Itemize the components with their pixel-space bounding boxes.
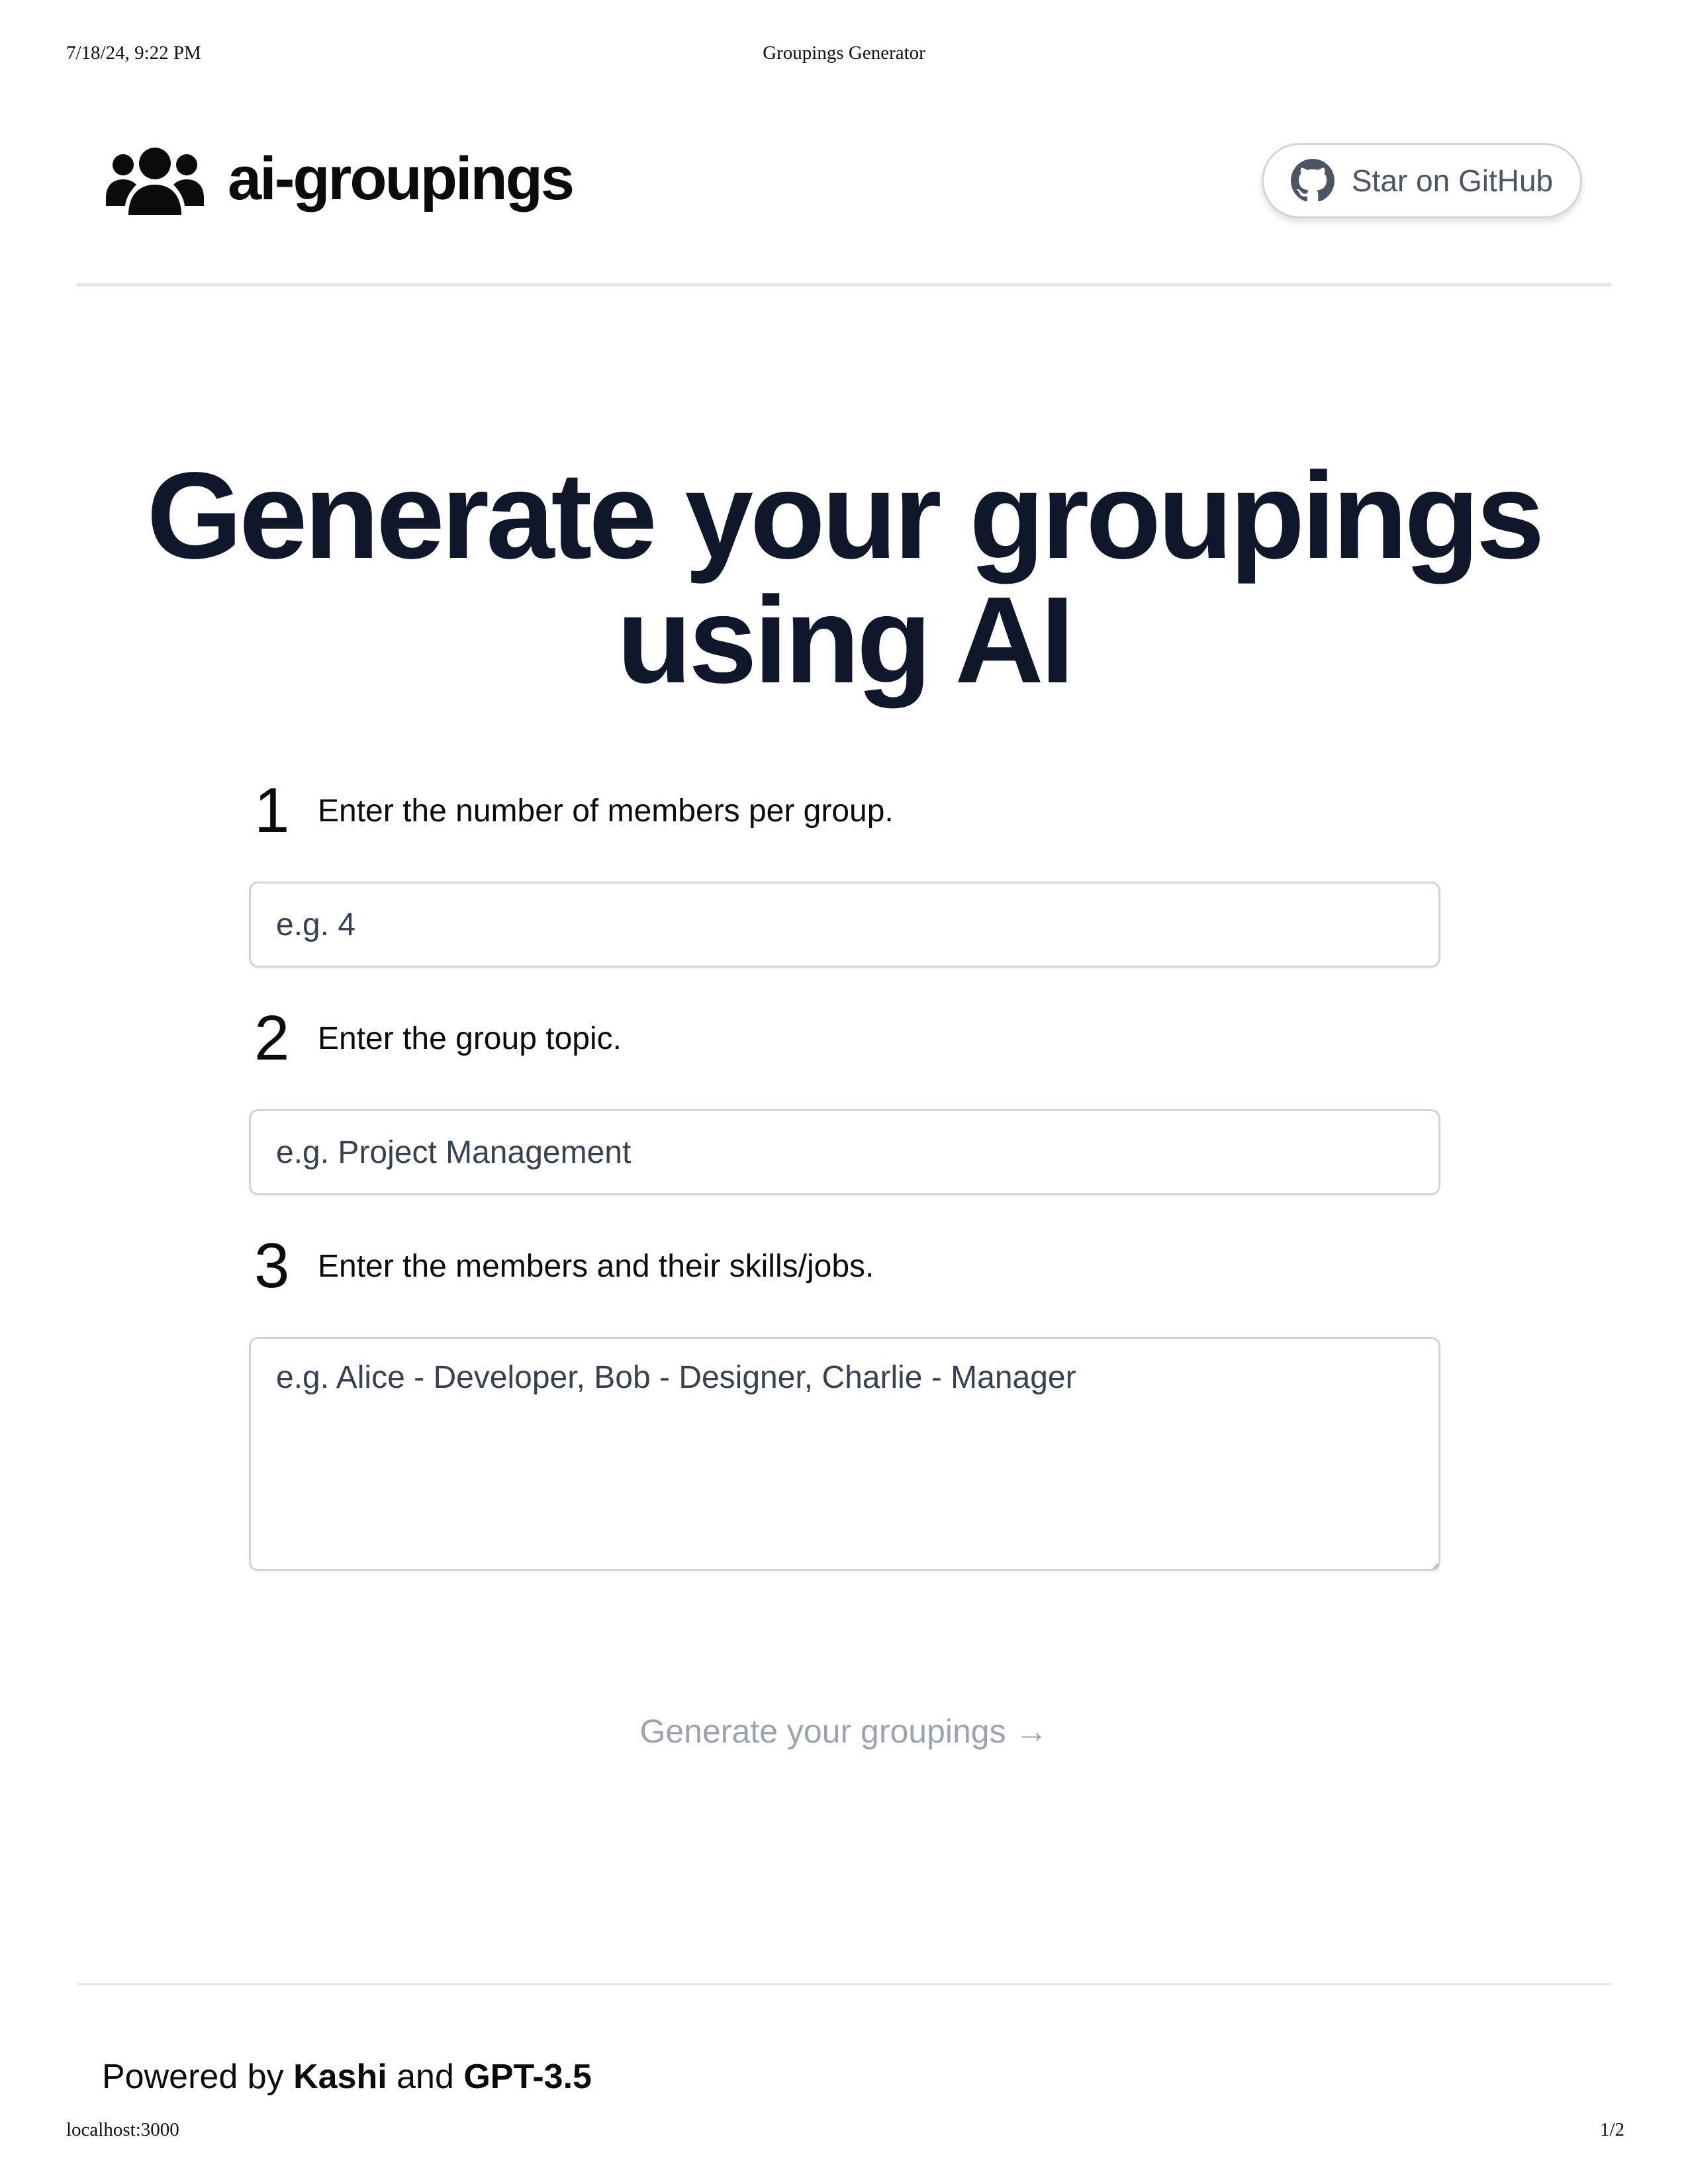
github-button-label: Star on GitHub xyxy=(1351,163,1554,198)
step-3-label: Enter the members and their skills/jobs. xyxy=(318,1248,874,1284)
powered-prefix: Powered by xyxy=(102,2058,284,2096)
step-1: 1 Enter the number of members per group. xyxy=(249,774,1440,847)
print-doc-title: Groupings Generator xyxy=(763,42,925,64)
powered-by: Powered by Kashi and GPT-3.5 xyxy=(102,2057,592,2097)
generate-groupings-button[interactable]: Generate your groupings → xyxy=(0,1711,1688,1751)
site-header: ai-groupings Star on GitHub xyxy=(106,132,1582,238)
step-3-number: 3 xyxy=(254,1230,290,1301)
users-icon xyxy=(106,148,204,215)
star-on-github-button[interactable]: Star on GitHub xyxy=(1262,143,1582,218)
brand-kashi-link[interactable]: Kashi xyxy=(293,2058,387,2096)
print-page-number: 1/2 xyxy=(1599,2119,1624,2140)
print-footer: localhost:3000 1/2 xyxy=(0,2119,1688,2146)
powered-joiner: and xyxy=(397,2058,454,2096)
print-header: 7/18/24, 9:22 PM Groupings Generator xyxy=(0,42,1688,69)
members-skills-textarea[interactable] xyxy=(249,1337,1440,1571)
groupings-form: 1 Enter the number of members per group.… xyxy=(249,774,1440,1571)
page-title-line1: Generate your groupings xyxy=(146,447,1544,584)
step-2: 2 Enter the group topic. xyxy=(249,1002,1440,1075)
footer-divider xyxy=(77,1983,1611,1985)
github-icon xyxy=(1290,159,1335,202)
members-per-group-input[interactable] xyxy=(249,882,1440,968)
step-3: 3 Enter the members and their skills/job… xyxy=(249,1230,1440,1302)
logo-text: ai-groupings xyxy=(228,145,575,212)
header-divider xyxy=(77,283,1611,287)
group-topic-input[interactable] xyxy=(249,1109,1440,1195)
page-title-line2: using AI xyxy=(616,572,1075,709)
step-1-number: 1 xyxy=(254,775,290,846)
step-1-label: Enter the number of members per group. xyxy=(318,793,894,829)
brand-gpt-link[interactable]: GPT-3.5 xyxy=(463,2058,592,2096)
page-title: Generate your groupings using AI xyxy=(0,454,1688,703)
logo-link[interactable]: ai-groupings xyxy=(106,132,575,225)
print-url: localhost:3000 xyxy=(66,2119,179,2140)
step-2-label: Enter the group topic. xyxy=(318,1021,622,1056)
step-2-number: 2 xyxy=(254,1003,290,1073)
